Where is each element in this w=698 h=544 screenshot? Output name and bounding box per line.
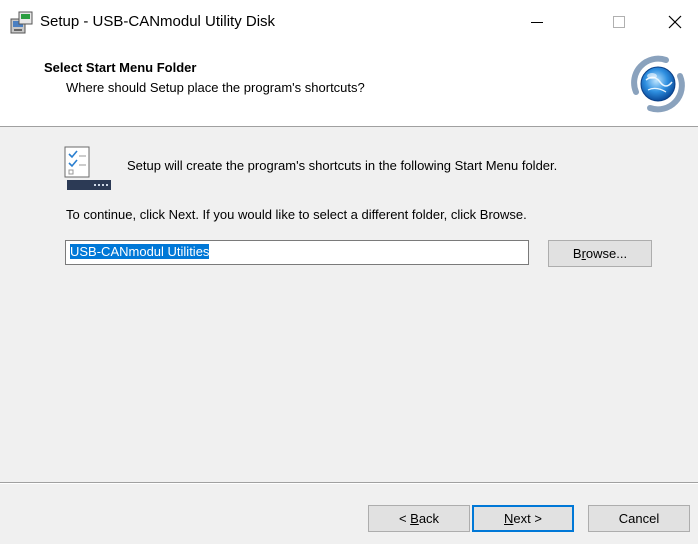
instructions-text: To continue, click Next. If you would li… [66, 207, 527, 222]
back-label-accel: B [410, 511, 419, 526]
minimize-button[interactable] [514, 0, 560, 44]
start-menu-folder-icon [64, 146, 111, 190]
window-title: Setup - USB-CANmodul Utility Disk [40, 13, 276, 30]
start-menu-folder-input[interactable]: USB-CANmodul Utilities [65, 240, 529, 265]
browse-button[interactable]: Br owse... [548, 240, 652, 267]
back-label-suffix: ack [418, 511, 440, 526]
close-button[interactable] [652, 0, 698, 44]
next-button[interactable]: Next > [472, 505, 574, 532]
intro-text: Setup will create the program's shortcut… [127, 158, 558, 173]
wizard-header: Select Start Menu Folder Where should Se… [0, 44, 698, 127]
setup-window: Setup - USB-CANmodul Utility Disk Select… [0, 0, 698, 544]
next-label-suffix: ext > [513, 511, 542, 526]
back-button[interactable]: < Back [368, 505, 470, 532]
title-bar[interactable]: Setup - USB-CANmodul Utility Disk [0, 0, 698, 44]
page-subtitle: Where should Setup place the program's s… [66, 80, 365, 95]
minimize-icon [531, 22, 543, 23]
folder-input-value: USB-CANmodul Utilities [70, 244, 210, 259]
back-label-prefix: < [398, 511, 411, 526]
close-icon [668, 15, 682, 29]
setup-app-icon [10, 11, 33, 34]
browse-label-prefix: B [572, 246, 582, 261]
next-label-accel: N [504, 511, 514, 526]
page-title: Select Start Menu Folder [44, 60, 197, 75]
setup-globe-icon [631, 55, 685, 113]
maximize-button[interactable] [596, 0, 642, 44]
cancel-button[interactable]: Cancel [588, 505, 690, 532]
maximize-icon [613, 16, 625, 28]
footer-divider [0, 482, 698, 484]
browse-label-suffix: owse... [585, 246, 628, 261]
